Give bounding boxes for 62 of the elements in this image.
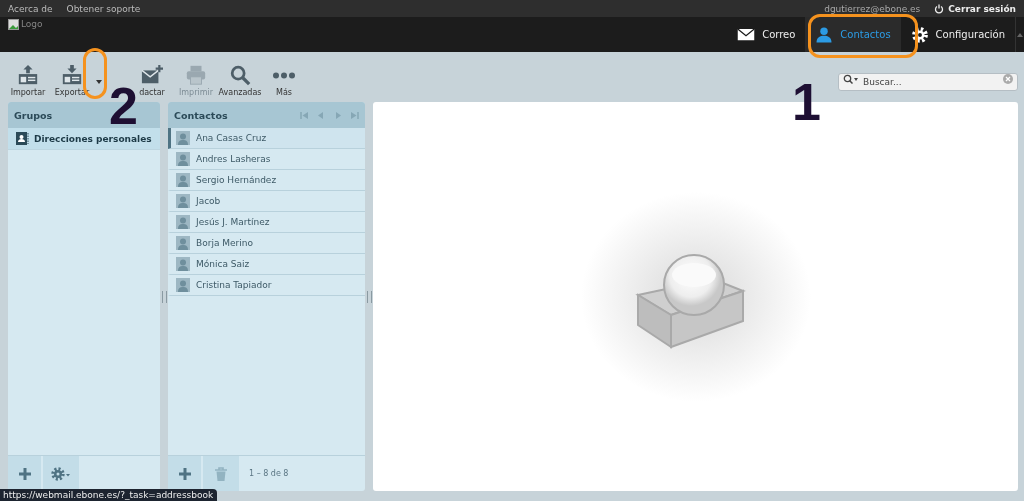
add-button[interactable] xyxy=(168,456,203,491)
avatar-icon xyxy=(176,215,190,229)
toolbar-button[interactable]: Más xyxy=(262,64,306,97)
contact-row[interactable]: Ana Casas Cruz xyxy=(168,128,365,149)
contact-row[interactable]: Mónica Saiz xyxy=(168,254,365,275)
address-book-icon xyxy=(16,132,29,145)
power-icon xyxy=(934,3,945,14)
nav-tab[interactable]: Contactos xyxy=(805,17,901,52)
upload-icon xyxy=(17,64,39,86)
avatar-icon xyxy=(176,131,190,145)
avatar-icon xyxy=(176,173,190,187)
more-icon xyxy=(273,71,295,79)
logo-alt-text: Logo xyxy=(21,19,43,29)
panel-title: Contactos xyxy=(174,109,228,121)
broken-image-icon xyxy=(8,19,19,30)
last-page-icon[interactable] xyxy=(351,111,359,119)
settings-icon xyxy=(910,25,929,44)
splitter-handle[interactable] xyxy=(366,290,372,303)
printer-icon xyxy=(185,64,207,86)
trash-icon xyxy=(214,466,228,481)
nav-tab[interactable]: Correo xyxy=(727,17,806,52)
toolbar-button[interactable]: Avanzadas xyxy=(218,64,262,97)
avatar-icon xyxy=(176,194,190,208)
person-icon xyxy=(815,25,834,44)
avatar-icon xyxy=(176,257,190,271)
contact-row[interactable]: Jesús J. Martínez xyxy=(168,212,365,233)
settings-icon xyxy=(51,466,71,481)
caret-icon xyxy=(96,80,102,84)
add-button[interactable] xyxy=(8,456,43,491)
splitter-handle[interactable] xyxy=(161,290,167,303)
logout-link[interactable]: Cerrar sesión xyxy=(934,3,1016,14)
first-page-icon[interactable] xyxy=(300,111,308,119)
panel-title: Grupos xyxy=(14,109,53,121)
search-icon xyxy=(229,64,251,86)
search-field[interactable]: Buscar... xyxy=(838,72,1018,91)
avatar-icon xyxy=(176,278,190,292)
step-number: 1 xyxy=(792,76,821,128)
envelope-plus-icon xyxy=(141,64,163,86)
avatar-icon xyxy=(176,152,190,166)
group-item[interactable]: Direcciones personales xyxy=(8,128,160,150)
top-link[interactable]: Obtener soporte xyxy=(66,3,141,14)
user-email: dgutierrez@ebone.es xyxy=(824,3,921,14)
settings-button[interactable] xyxy=(43,456,81,491)
status-url: https://webmail.ebone.es/?_task=addressbook xyxy=(0,489,218,501)
page-count: 1 – 8 de 8 xyxy=(248,469,289,478)
search-icon xyxy=(843,73,859,84)
contact-row[interactable]: Cristina Tapiador xyxy=(168,275,365,296)
contact-row[interactable]: Jacob xyxy=(168,191,365,212)
contact-row[interactable]: Sergio Hernández xyxy=(168,170,365,191)
contact-row[interactable]: Andres Lasheras xyxy=(168,149,365,170)
top-link[interactable]: Acerca de xyxy=(8,3,53,14)
toolbar-button[interactable]: Importar xyxy=(6,64,50,97)
avatar-icon xyxy=(176,236,190,250)
plus-icon xyxy=(177,466,192,481)
next-page-icon[interactable] xyxy=(334,111,342,119)
previous-page-icon[interactable] xyxy=(317,111,325,119)
caret-icon[interactable] xyxy=(1017,32,1023,37)
plus-icon xyxy=(17,466,32,481)
contact-row[interactable]: Borja Merino xyxy=(168,233,365,254)
nav-tab[interactable]: Configuración xyxy=(900,17,1015,52)
download-icon xyxy=(61,64,83,86)
clear-icon[interactable] xyxy=(1003,73,1013,84)
